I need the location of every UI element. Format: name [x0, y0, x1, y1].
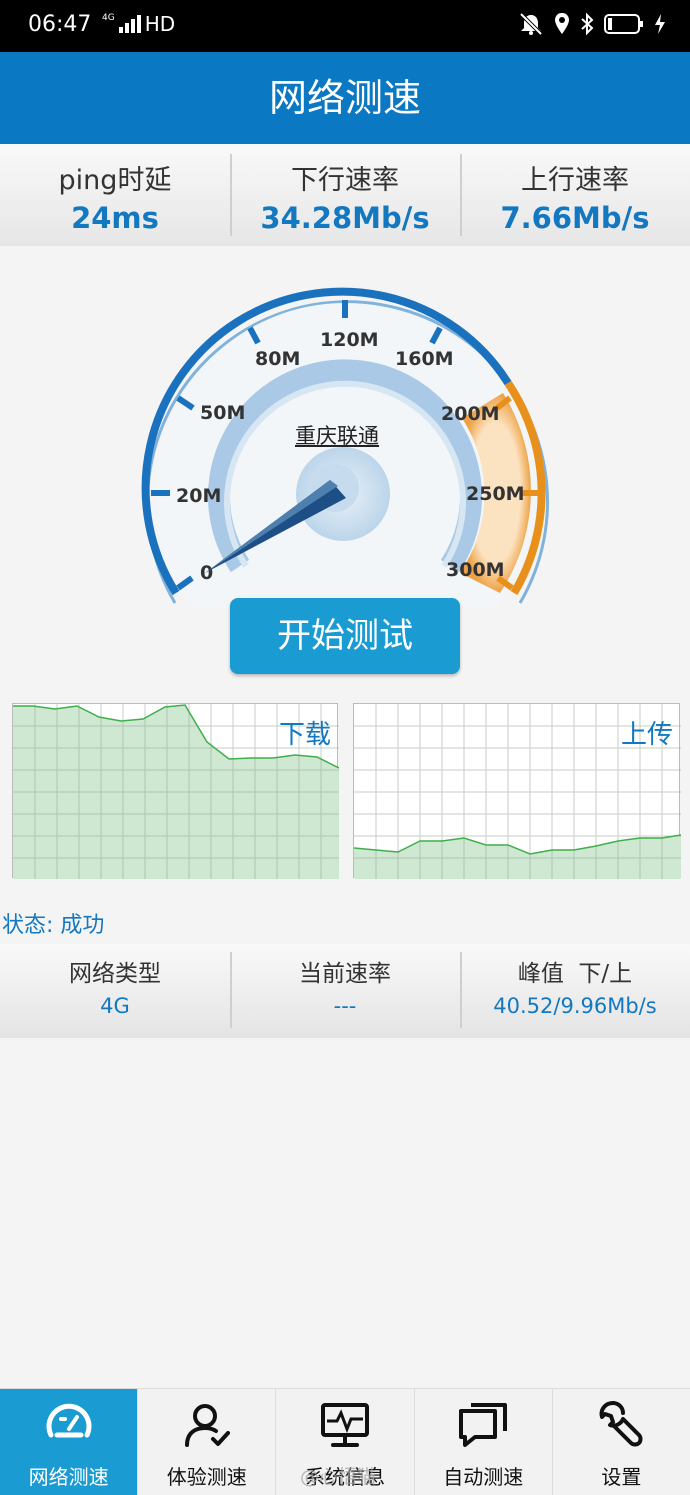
metrics-bar: ping时延 24ms 下行速率 34.28Mb/s 上行速率 7.66Mb/s — [0, 144, 690, 246]
peak-value: 40.52/9.96Mb/s — [493, 994, 657, 1018]
signal-icon — [118, 15, 141, 33]
clock: 06:47 — [28, 12, 92, 37]
download-label: 下行速率 — [291, 165, 399, 196]
user-check-icon — [181, 1399, 233, 1451]
network-indicator: 4G HD — [102, 12, 175, 36]
nav-label-network-speed: 网络测速 — [28, 1465, 109, 1489]
battery-icon — [604, 14, 643, 34]
tick-label-160m: 160M — [395, 348, 454, 370]
speed-gauge: 0 20M 50M 80M 120M 160M 200M 250M 300M 重… — [0, 248, 690, 608]
upload-value: 7.66Mb/s — [500, 201, 650, 235]
bluetooth-icon — [581, 12, 594, 36]
nav-label-auto-speed: 自动测速 — [443, 1465, 524, 1489]
status-icons — [518, 12, 666, 36]
test-status: 状态: 成功 — [2, 913, 105, 938]
nav-network-speed[interactable]: 网络测速 — [0, 1389, 138, 1495]
hd-label: HD — [144, 12, 176, 36]
download-metric: 下行速率 34.28Mb/s — [230, 144, 460, 246]
speedometer-icon — [43, 1399, 95, 1451]
nav-auto-speed[interactable]: 自动测速 — [413, 1389, 552, 1495]
chat-windows-icon — [457, 1399, 509, 1451]
download-graph-label: 下载 — [278, 720, 331, 750]
wrench-icon — [595, 1399, 647, 1451]
isp-label: 重庆联通 — [295, 424, 379, 448]
start-test-button[interactable]: 开始测试 — [230, 598, 460, 674]
ping-label: ping时延 — [58, 165, 172, 196]
network-type-label: 网络类型 — [69, 961, 161, 987]
tick-label-0: 0 — [200, 562, 213, 584]
tick-label-120m: 120M — [320, 329, 379, 351]
tick-label-200m: 200M — [441, 403, 500, 425]
location-icon — [555, 13, 569, 34]
peak-label: 峰值 下/上 — [517, 961, 633, 987]
peak-info: 峰值 下/上 40.52/9.96Mb/s — [460, 944, 690, 1038]
charging-icon — [655, 14, 665, 34]
nav-label-experience-speed: 体验测速 — [166, 1465, 247, 1489]
ping-metric: ping时延 24ms — [0, 144, 230, 246]
nav-settings[interactable]: 设置 — [551, 1389, 690, 1495]
ping-value: 24ms — [71, 201, 159, 235]
info-bar: 网络类型 4G 当前速率 --- 峰值 下/上 40.52/9.96Mb/s — [0, 944, 690, 1038]
upload-graph: 上传 — [353, 703, 681, 879]
network-type-info: 网络类型 4G — [0, 944, 230, 1038]
tick-label-250m: 250M — [466, 483, 525, 505]
network-type-value: 4G — [100, 994, 130, 1018]
tick-label-300m: 300M — [446, 559, 505, 581]
current-rate-value: --- — [333, 994, 357, 1018]
upload-label: 上行速率 — [521, 165, 629, 196]
download-graph: 下载 — [12, 703, 339, 879]
page-title: 网络测速 — [0, 52, 690, 144]
tick-label-80m: 80M — [255, 348, 300, 370]
current-rate-label: 当前速率 — [299, 961, 391, 987]
tick-label-50m: 50M — [200, 402, 245, 424]
status-bar: 06:47 4G HD — [0, 0, 690, 52]
upload-graph-label: 上传 — [620, 720, 673, 750]
watermark: @心悟猫 — [300, 1466, 377, 1488]
current-rate-info: 当前速率 --- — [230, 944, 460, 1038]
nav-label-settings: 设置 — [601, 1465, 642, 1489]
tick-label-20m: 20M — [176, 485, 221, 507]
download-value: 34.28Mb/s — [260, 201, 430, 235]
network-type: 4G — [102, 12, 115, 23]
mute-icon — [519, 12, 543, 36]
upload-metric: 上行速率 7.66Mb/s — [460, 144, 690, 246]
monitor-pulse-icon — [319, 1399, 371, 1451]
nav-experience-speed[interactable]: 体验测速 — [137, 1389, 275, 1495]
